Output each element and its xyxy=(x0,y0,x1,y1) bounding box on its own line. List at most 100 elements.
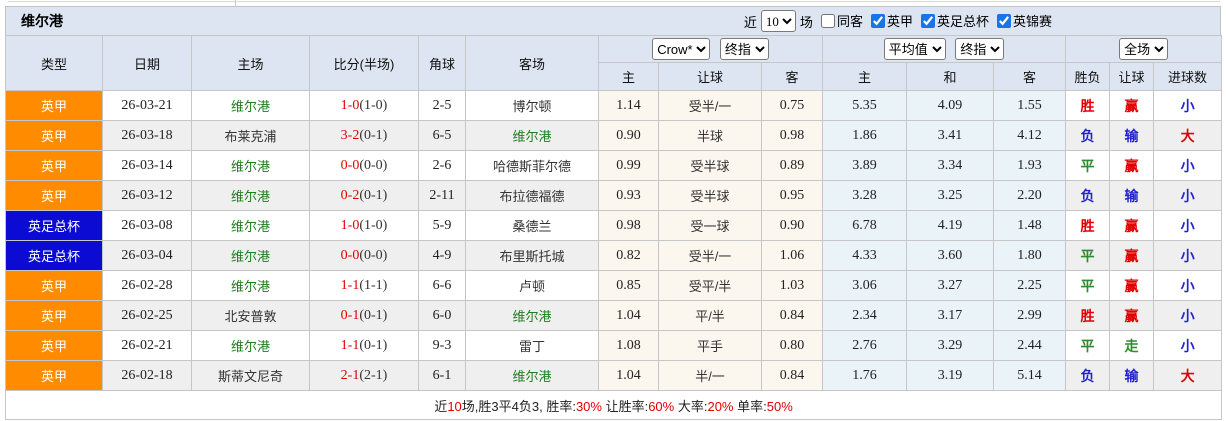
corner-count: 6-6 xyxy=(418,270,466,301)
home-team: 北安普敦 xyxy=(191,300,310,331)
summary-text: 近10场,胜3平4负3, 胜率:30% 让胜率:60% 大率:20% 单率:50… xyxy=(4,390,1223,420)
avg-away: 1.48 xyxy=(993,210,1067,241)
average-time-select[interactable]: 终指 xyxy=(955,38,1005,60)
col-header-odds-home: 主 xyxy=(598,62,659,91)
league-filter-checkbox[interactable]: 同客 xyxy=(820,11,863,30)
score-cell: 0-1(0-1) xyxy=(309,300,419,331)
away-team: 哈德斯菲尔德 xyxy=(465,150,599,181)
scope-select-group: 全场 xyxy=(1065,35,1223,63)
bookmaker-select[interactable]: Crow* xyxy=(652,38,711,60)
match-row: 英足总杯 26-03-04 维尔港 0-0(0-0) 4-9 布里斯托城 0.82 受半/一 1… xyxy=(5,240,1223,271)
fulltime-score: 0-0 xyxy=(340,247,360,263)
league-badge: 英甲 xyxy=(5,270,103,301)
fulltime-score: 0-0 xyxy=(340,157,360,173)
score-cell: 2-1(2-1) xyxy=(309,360,419,391)
result-handicap: 输 xyxy=(1109,120,1155,151)
home-team: 布莱克浦 xyxy=(191,120,310,151)
match-row: 英足总杯 26-03-08 维尔港 1-0(1-0) 5-9 桑德兰 0.98 受一球 0.90… xyxy=(5,210,1223,241)
col-header-date: 日期 xyxy=(102,35,192,91)
summary-stat-value: 10 xyxy=(447,398,462,414)
home-team: 维尔港 xyxy=(191,330,310,361)
col-header-away: 客场 xyxy=(465,35,599,91)
corner-count: 6-0 xyxy=(418,300,466,331)
corner-count: 2-5 xyxy=(418,90,466,121)
home-team: 维尔港 xyxy=(191,180,310,211)
avg-away: 1.80 xyxy=(993,240,1067,271)
top-divider xyxy=(8,1,1220,2)
away-team: 布里斯托城 xyxy=(465,240,599,271)
odds-home: 0.90 xyxy=(598,120,659,151)
home-team: 维尔港 xyxy=(191,150,310,181)
col-header-odds-handicap: 让球 xyxy=(658,62,762,91)
match-row: 英甲 26-02-21 维尔港 1-1(0-1) 9-3 雷丁 1.08 平手 0.80 2.76… xyxy=(5,330,1223,361)
match-row: 英甲 26-03-12 维尔港 0-2(0-1) 2-11 布拉德福德 0.93 受半球 0.9… xyxy=(5,180,1223,211)
scope-select[interactable]: 全场 xyxy=(1119,38,1169,60)
match-date: 26-02-21 xyxy=(102,330,192,361)
match-row: 英甲 26-03-21 维尔港 1-0(1-0) 2-5 博尔顿 1.14 受半/一 0.75 5… xyxy=(5,90,1223,121)
col-header-handicap-result: 让球 xyxy=(1109,62,1155,91)
avg-draw: 3.34 xyxy=(906,150,995,181)
summary-stat-label: 大率: xyxy=(674,398,708,414)
league-badge: 英足总杯 xyxy=(5,240,103,271)
odds-handicap: 受半球 xyxy=(658,150,762,181)
filter-controls: 近 10 场 同客 英甲 英足总杯 英锦赛 xyxy=(744,10,1210,32)
match-date: 26-03-04 xyxy=(102,240,192,271)
halftime-score: (0-0) xyxy=(359,157,388,173)
result-handicap: 走 xyxy=(1109,330,1155,361)
result-handicap: 输 xyxy=(1109,180,1155,211)
league-filter-checkbox[interactable]: 英足总杯 xyxy=(920,11,989,30)
odds-home: 0.93 xyxy=(598,180,659,211)
odds-time-select[interactable]: 终指 xyxy=(719,38,769,60)
odds-home: 1.04 xyxy=(598,360,659,391)
halftime-score: (0-1) xyxy=(359,187,388,203)
col-header-goals: 进球数 xyxy=(1153,62,1223,91)
avg-home: 3.06 xyxy=(822,270,908,301)
result-winloss: 平 xyxy=(1065,270,1111,301)
page-title: 维尔港 xyxy=(21,13,63,29)
result-handicap: 赢 xyxy=(1109,150,1155,181)
avg-away: 2.25 xyxy=(993,270,1067,301)
corner-count: 6-5 xyxy=(418,120,466,151)
avg-away: 2.99 xyxy=(993,300,1067,331)
checkbox-label: 同客 xyxy=(836,14,863,30)
league-badge: 英甲 xyxy=(5,150,103,181)
checkbox-input[interactable] xyxy=(996,13,1011,28)
odds-handicap: 平/半 xyxy=(658,300,762,331)
league-filter-group: 同客 英甲 英足总杯 英锦赛 xyxy=(813,11,1052,31)
score-cell: 3-2(0-1) xyxy=(309,120,419,151)
col-header-type: 类型 xyxy=(5,35,103,91)
checkbox-input[interactable] xyxy=(870,13,885,28)
result-winloss: 胜 xyxy=(1065,300,1111,331)
avg-home: 2.34 xyxy=(822,300,908,331)
league-filter-checkbox[interactable]: 英锦赛 xyxy=(996,11,1052,30)
result-handicap: 赢 xyxy=(1109,210,1155,241)
average-select[interactable]: 平均值 xyxy=(883,38,946,60)
score-cell: 1-0(1-0) xyxy=(309,90,419,121)
checkbox-input[interactable] xyxy=(920,13,935,28)
checkbox-input[interactable] xyxy=(820,13,835,28)
home-team: 维尔港 xyxy=(191,90,310,121)
halftime-score: (1-0) xyxy=(359,217,388,233)
home-team: 维尔港 xyxy=(191,240,310,271)
fulltime-score: 1-1 xyxy=(340,277,360,293)
match-date: 26-02-25 xyxy=(102,300,192,331)
odds-handicap: 半球 xyxy=(658,120,762,151)
league-badge: 英甲 xyxy=(5,330,103,361)
odds-handicap: 受半球 xyxy=(658,180,762,211)
avg-draw: 3.17 xyxy=(906,300,995,331)
result-winloss: 平 xyxy=(1065,330,1111,361)
avg-draw: 3.25 xyxy=(906,180,995,211)
league-filter-checkbox[interactable]: 英甲 xyxy=(870,11,913,30)
avg-home: 5.35 xyxy=(822,90,908,121)
score-cell: 0-0(0-0) xyxy=(309,150,419,181)
checkbox-label: 英足总杯 xyxy=(936,14,989,30)
summary-row: 近10场,胜3平4负3, 胜率:30% 让胜率:60% 大率:20% 单率:50… xyxy=(4,390,1223,420)
header-selects-row: 类型 日期 主场 比分(半场) 角球 客场 Crow* 终指 平均值 终指 全场 xyxy=(5,35,1223,91)
recent-count-select[interactable]: 10 xyxy=(760,10,796,32)
result-handicap: 赢 xyxy=(1109,90,1155,121)
checkbox-label: 英锦赛 xyxy=(1012,14,1052,30)
odds-home: 0.82 xyxy=(598,240,659,271)
halftime-score: (1-1) xyxy=(359,277,388,293)
result-winloss: 平 xyxy=(1065,240,1111,271)
avg-away: 2.44 xyxy=(993,330,1067,361)
